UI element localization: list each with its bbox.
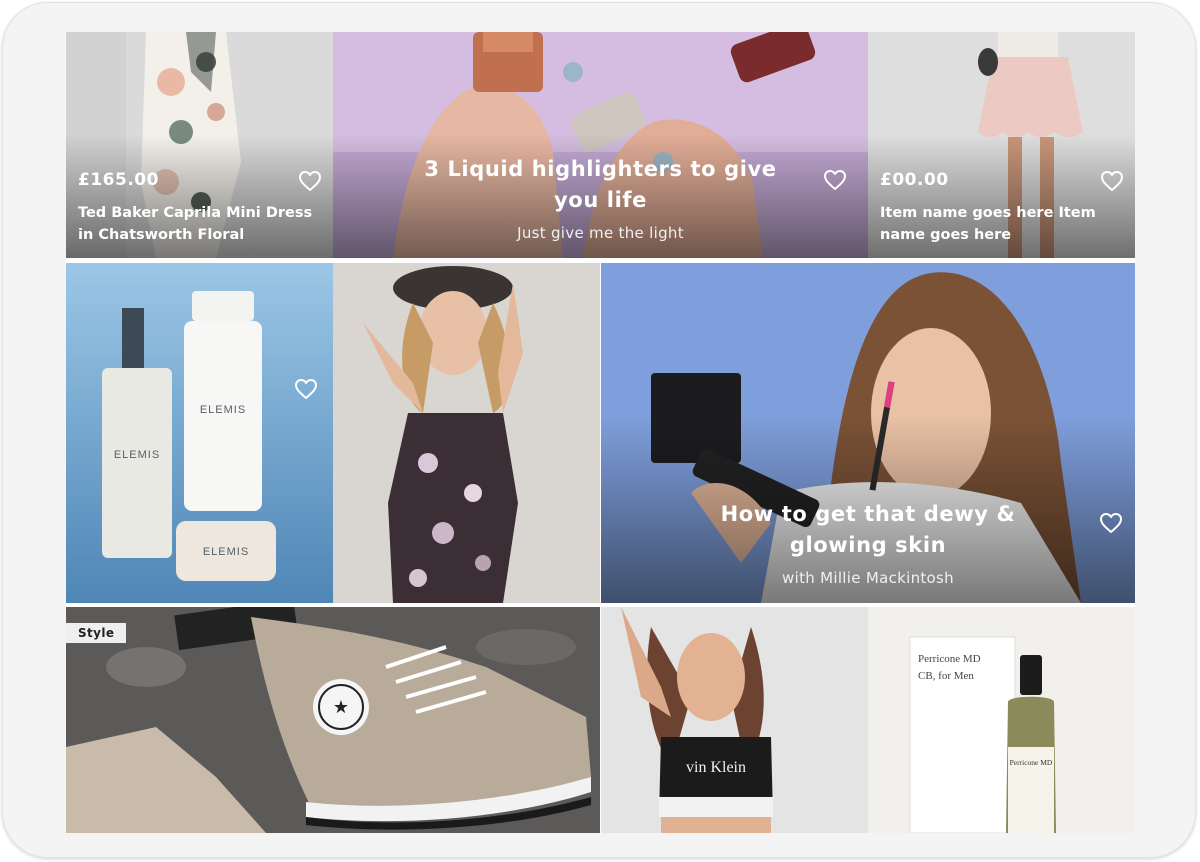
tablet-frame: £165.00 Ted Baker Caprila Mini Dress in … bbox=[2, 2, 1196, 858]
product-image-swimsuit bbox=[333, 263, 600, 603]
elemis-label-text-3: ELEMIS bbox=[203, 546, 249, 558]
product-price: £00.00 bbox=[880, 170, 949, 190]
product-image-calvin-klein: vin Klein bbox=[601, 607, 868, 833]
feature-subtitle: Just give me the light bbox=[517, 224, 684, 242]
calvin-klein-logo-text: vin Klein bbox=[686, 759, 746, 776]
style-image-converse: ★ bbox=[66, 607, 600, 833]
heart-icon[interactable] bbox=[1099, 512, 1123, 534]
product-name: Item name goes here Item name goes here bbox=[880, 205, 1096, 243]
feature-subtitle: with Millie Mackintosh bbox=[782, 569, 954, 587]
product-card-ted-baker[interactable]: £165.00 Ted Baker Caprila Mini Dress in … bbox=[66, 32, 333, 258]
product-price: £165.00 bbox=[78, 170, 159, 190]
heart-icon[interactable] bbox=[1100, 170, 1124, 192]
product-card-perricone[interactable]: Perricone MD CB, for Men Perricone MD bbox=[868, 607, 1135, 833]
product-image-elemis: ELEMIS ELEMIS ELEMIS bbox=[66, 263, 333, 603]
perricone-brand-text: Perricone MD bbox=[918, 653, 981, 665]
perricone-bottle-text: Perricone MD bbox=[1010, 758, 1053, 767]
content-grid: £165.00 Ted Baker Caprila Mini Dress in … bbox=[66, 32, 1135, 833]
product-card-swimsuit[interactable] bbox=[333, 263, 600, 603]
product-name: Ted Baker Caprila Mini Dress in Chatswor… bbox=[78, 205, 313, 243]
feature-card-dewy-skin[interactable]: How to get that dewy & glowing skin with… bbox=[601, 263, 1135, 603]
heart-icon[interactable] bbox=[823, 169, 847, 191]
perricone-line-text: CB, for Men bbox=[918, 670, 974, 682]
elemis-label-text-1: ELEMIS bbox=[114, 449, 160, 461]
elemis-label-text-2: ELEMIS bbox=[200, 404, 246, 416]
product-card-placeholder[interactable]: £00.00 Item name goes here Item name goe… bbox=[868, 32, 1135, 258]
converse-star-icon: ★ bbox=[333, 697, 349, 718]
feature-title: 3 Liquid highlighters to give you life bbox=[424, 157, 777, 212]
style-card-converse[interactable]: ★ Style bbox=[66, 607, 600, 833]
heart-icon[interactable] bbox=[298, 170, 322, 192]
category-tag[interactable]: Style bbox=[66, 623, 127, 643]
heart-icon[interactable] bbox=[294, 378, 318, 400]
feature-title: How to get that dewy & glowing skin bbox=[720, 502, 1016, 557]
product-card-calvin-klein[interactable]: vin Klein bbox=[601, 607, 868, 833]
product-image-perricone: Perricone MD CB, for Men Perricone MD bbox=[868, 607, 1135, 833]
product-card-elemis[interactable]: ELEMIS ELEMIS ELEMIS bbox=[66, 263, 333, 603]
feature-card-highlighters[interactable]: 3 Liquid highlighters to give you life J… bbox=[333, 32, 868, 258]
